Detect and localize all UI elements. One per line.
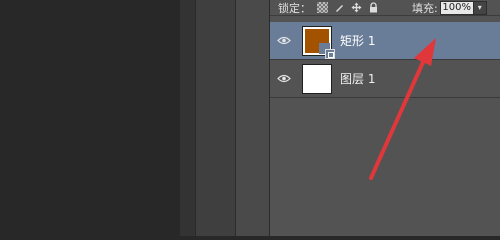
lock-position-icon[interactable]	[351, 2, 362, 13]
layer-thumbnail[interactable]	[302, 63, 332, 94]
chevron-down-icon[interactable]: ▾	[473, 0, 487, 15]
layers-lock-bar: 锁定： 填充: 100% ▾	[270, 0, 500, 16]
lock-image-pixels-icon[interactable]	[334, 2, 345, 13]
layer-name[interactable]: 图层 1	[340, 70, 375, 87]
layers-panel: 锁定： 填充: 100% ▾ 矩形 1 图层 1	[269, 0, 500, 236]
vector-mask-icon	[325, 48, 335, 59]
document-canvas[interactable]	[0, 0, 180, 236]
panel-icon-dock	[235, 0, 270, 236]
lock-transparent-pixels-icon[interactable]	[317, 2, 328, 13]
layer-row-raster[interactable]: 图层 1	[270, 60, 500, 98]
visibility-eye-icon[interactable]	[270, 36, 298, 45]
visibility-eye-icon[interactable]	[270, 74, 298, 83]
fill-label: 填充:	[412, 1, 438, 15]
fill-opacity-input[interactable]: 100%	[439, 0, 474, 15]
collapsed-panel-dock	[195, 0, 236, 236]
layer-name[interactable]: 矩形 1	[340, 32, 375, 49]
canvas-scroll-gutter	[180, 0, 195, 236]
lock-all-icon[interactable]	[368, 2, 379, 13]
layer-row-shape[interactable]: 矩形 1	[270, 22, 500, 60]
lock-label: 锁定：	[278, 1, 311, 15]
